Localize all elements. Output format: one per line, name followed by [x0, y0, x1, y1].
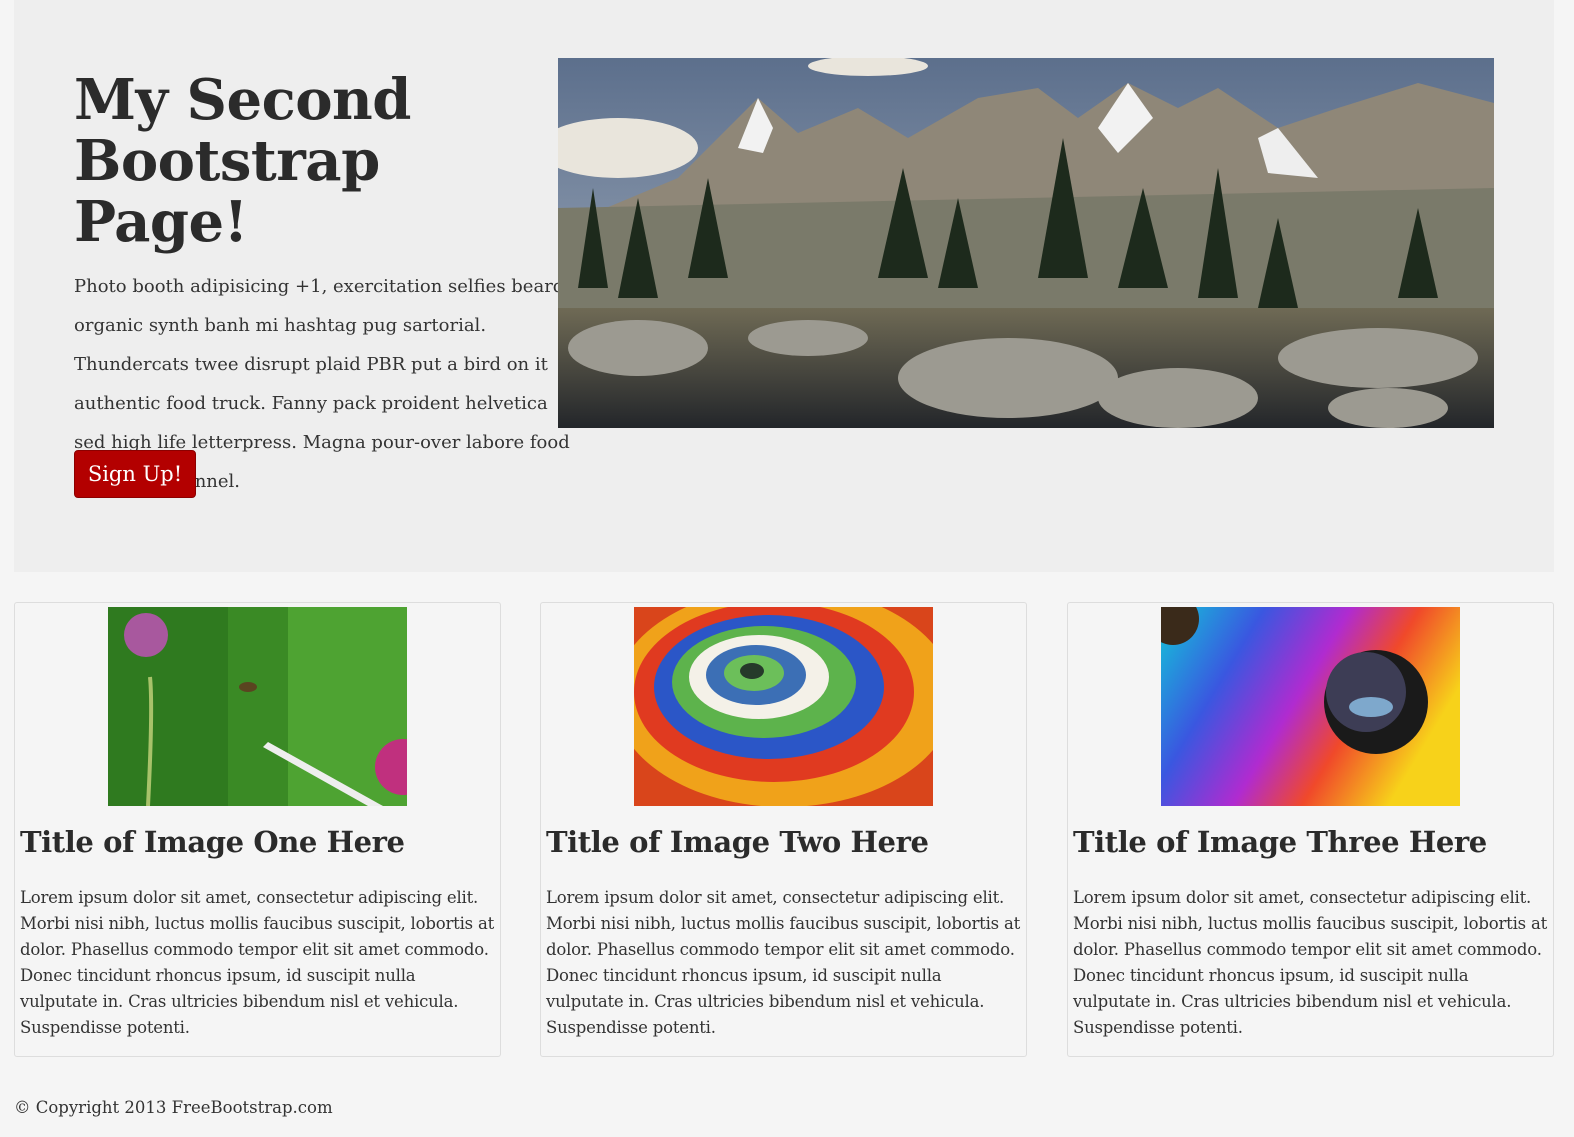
card-body: Lorem ipsum dolor sit amet, consectetur …: [20, 888, 495, 1037]
footer-copyright: © Copyright 2013 FreeBootstrap.com: [14, 1098, 333, 1117]
image-card-one: Title of Image One Here Lorem ipsum dolo…: [14, 602, 501, 1057]
card-title: Title of Image One Here: [20, 825, 405, 859]
droplet-image: [1161, 607, 1460, 806]
card-body: Lorem ipsum dolor sit amet, consectetur …: [1073, 888, 1548, 1037]
hero-mountain-image: [538, 56, 1494, 428]
card-title: Title of Image Three Here: [1073, 825, 1487, 859]
hero-text: My Second Bootstrap Page! Photo booth ad…: [74, 67, 570, 501]
flower-bee-image: [108, 607, 407, 806]
signup-button[interactable]: Sign Up!: [74, 450, 196, 498]
card-body: Lorem ipsum dolor sit amet, consectetur …: [546, 888, 1021, 1037]
image-card-three: Title of Image Three Here Lorem ipsum do…: [1067, 602, 1554, 1057]
card-title: Title of Image Two Here: [546, 825, 929, 859]
page-title: My Second Bootstrap Page!: [74, 67, 411, 255]
image-card-two: Title of Image Two Here Lorem ipsum dolo…: [540, 602, 1027, 1057]
swirl-image: [634, 607, 933, 806]
jumbotron: My Second Bootstrap Page! Photo booth ad…: [14, 0, 1554, 572]
